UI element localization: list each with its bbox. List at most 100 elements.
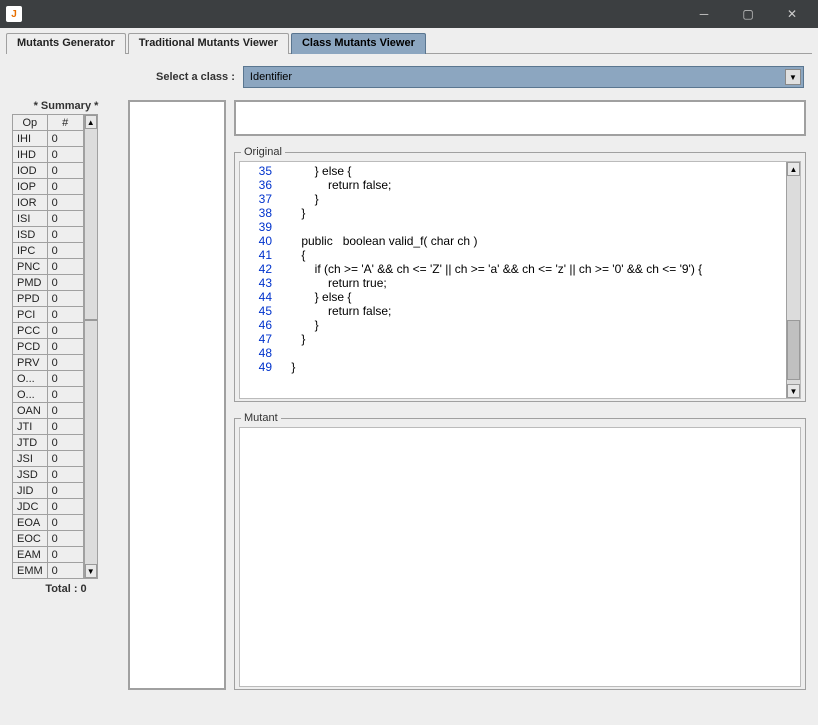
table-row[interactable]: EOA0 [13, 515, 84, 531]
op-cell: OAN [13, 403, 48, 419]
op-cell: PMD [13, 275, 48, 291]
op-cell: EOC [13, 531, 48, 547]
op-cell: PCI [13, 307, 48, 323]
table-row[interactable]: PPD0 [13, 291, 84, 307]
op-cell: ISD [13, 227, 48, 243]
scroll-thumb[interactable] [85, 319, 97, 321]
original-code-box: Original 35 } else {36 return false;37 }… [234, 152, 806, 402]
op-cell: ISI [13, 211, 48, 227]
scroll-down-icon[interactable]: ▼ [787, 384, 800, 398]
main-area: * Summary * Op # IHI0IHD0IOD0IOP0IOR0ISI… [6, 100, 812, 690]
mutant-list-panel[interactable] [128, 100, 226, 690]
summary-scrollbar[interactable]: ▲ ▼ [84, 114, 98, 579]
table-row[interactable]: JTD0 [13, 435, 84, 451]
java-icon: J [6, 6, 22, 22]
op-cell: JDC [13, 499, 48, 515]
mutant-name-field[interactable] [234, 100, 806, 136]
table-row[interactable]: IHD0 [13, 147, 84, 163]
table-row[interactable]: EMM0 [13, 563, 84, 579]
op-cell: PCD [13, 339, 48, 355]
summary-table: Op # IHI0IHD0IOD0IOP0IOR0ISI0ISD0IPC0PNC… [12, 114, 84, 579]
class-selector-label: Select a class : [156, 71, 235, 83]
count-cell: 0 [47, 179, 83, 195]
table-row[interactable]: IHI0 [13, 131, 84, 147]
count-cell: 0 [47, 419, 83, 435]
class-selector-row: Select a class : Identifier ▼ [6, 66, 812, 88]
count-cell: 0 [47, 563, 83, 579]
scroll-up-icon[interactable]: ▲ [787, 162, 800, 176]
table-row[interactable]: O...0 [13, 387, 84, 403]
scroll-thumb[interactable] [787, 320, 800, 380]
count-cell: 0 [47, 339, 83, 355]
table-row[interactable]: ISD0 [13, 227, 84, 243]
table-row[interactable]: JSD0 [13, 467, 84, 483]
original-scrollbar[interactable]: ▲ ▼ [786, 162, 800, 398]
op-cell: O... [13, 371, 48, 387]
minimize-button[interactable]: ─ [682, 0, 726, 28]
count-cell: 0 [47, 403, 83, 419]
right-column: Original 35 } else {36 return false;37 }… [234, 100, 806, 690]
table-row[interactable]: O...0 [13, 371, 84, 387]
op-cell: EAM [13, 547, 48, 563]
tab-mutants-generator[interactable]: Mutants Generator [6, 33, 126, 54]
window-content: Mutants Generator Traditional Mutants Vi… [0, 28, 818, 725]
table-row[interactable]: JTI0 [13, 419, 84, 435]
tab-traditional-mutants-viewer[interactable]: Traditional Mutants Viewer [128, 33, 289, 54]
table-row[interactable]: IOD0 [13, 163, 84, 179]
table-row[interactable]: ISI0 [13, 211, 84, 227]
op-cell: JSD [13, 467, 48, 483]
count-cell: 0 [47, 131, 83, 147]
table-row[interactable]: PCI0 [13, 307, 84, 323]
original-label: Original [241, 146, 285, 158]
window-titlebar: J ─ ▢ ✕ [0, 0, 818, 28]
count-cell: 0 [47, 467, 83, 483]
count-cell: 0 [47, 227, 83, 243]
close-button[interactable]: ✕ [770, 0, 814, 28]
table-row[interactable]: PNC0 [13, 259, 84, 275]
table-row[interactable]: PMD0 [13, 275, 84, 291]
scroll-up-icon[interactable]: ▲ [85, 115, 97, 129]
table-row[interactable]: OAN0 [13, 403, 84, 419]
count-cell: 0 [47, 291, 83, 307]
op-cell: PPD [13, 291, 48, 307]
op-cell: JID [13, 483, 48, 499]
class-selector-value: Identifier [250, 71, 292, 83]
mutant-code-box: Mutant [234, 418, 806, 690]
tab-class-mutants-viewer[interactable]: Class Mutants Viewer [291, 33, 426, 54]
count-cell: 0 [47, 275, 83, 291]
count-cell: 0 [47, 307, 83, 323]
op-cell: JSI [13, 451, 48, 467]
table-row[interactable]: PCC0 [13, 323, 84, 339]
table-row[interactable]: IPC0 [13, 243, 84, 259]
op-cell: IOP [13, 179, 48, 195]
op-cell: PRV [13, 355, 48, 371]
summary-header-count: # [47, 115, 83, 131]
table-row[interactable]: IOR0 [13, 195, 84, 211]
table-row[interactable]: JID0 [13, 483, 84, 499]
maximize-button[interactable]: ▢ [726, 0, 770, 28]
scroll-down-icon[interactable]: ▼ [85, 564, 97, 578]
table-row[interactable]: JSI0 [13, 451, 84, 467]
count-cell: 0 [47, 483, 83, 499]
op-cell: PCC [13, 323, 48, 339]
count-cell: 0 [47, 355, 83, 371]
table-row[interactable]: EAM0 [13, 547, 84, 563]
count-cell: 0 [47, 435, 83, 451]
count-cell: 0 [47, 387, 83, 403]
table-row[interactable]: JDC0 [13, 499, 84, 515]
count-cell: 0 [47, 211, 83, 227]
count-cell: 0 [47, 547, 83, 563]
mutant-code-text[interactable] [240, 428, 800, 686]
chevron-down-icon: ▼ [785, 69, 801, 85]
count-cell: 0 [47, 499, 83, 515]
count-cell: 0 [47, 451, 83, 467]
count-cell: 0 [47, 371, 83, 387]
table-row[interactable]: EOC0 [13, 531, 84, 547]
mutant-label: Mutant [241, 412, 281, 424]
op-cell: IHD [13, 147, 48, 163]
table-row[interactable]: PRV0 [13, 355, 84, 371]
original-code-text[interactable]: 35 } else {36 return false;37 }38 }3940 … [240, 162, 786, 398]
table-row[interactable]: IOP0 [13, 179, 84, 195]
class-selector-dropdown[interactable]: Identifier ▼ [243, 66, 804, 88]
table-row[interactable]: PCD0 [13, 339, 84, 355]
